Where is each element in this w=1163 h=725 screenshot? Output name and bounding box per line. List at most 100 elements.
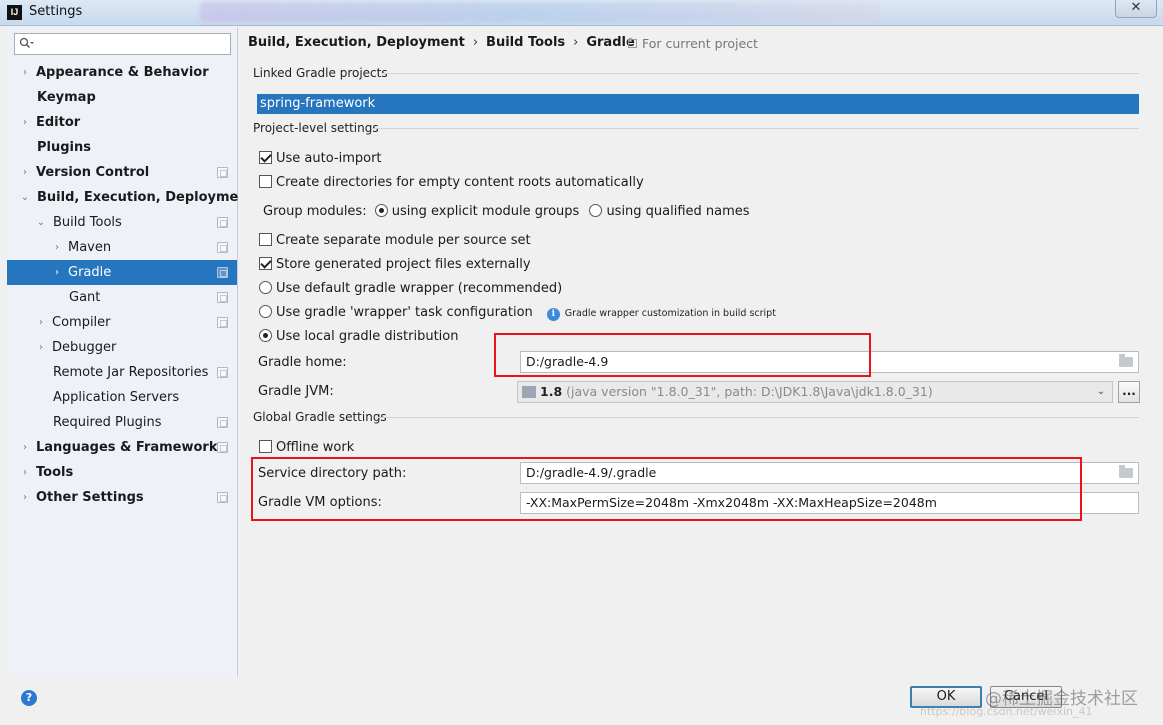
divider xyxy=(372,128,1139,129)
sidebar-item-label: Build Tools xyxy=(53,215,122,230)
sidebar-item-label: Keymap xyxy=(37,90,96,105)
sidebar-item-other-settings[interactable]: › Other Settings xyxy=(7,485,237,510)
sidebar-item-label: Debugger xyxy=(52,340,117,355)
jdk-folder-icon xyxy=(522,386,536,398)
wrapper-task-radio[interactable]: Use gradle 'wrapper' task configuration i… xyxy=(259,305,776,321)
checkbox-unchecked[interactable] xyxy=(259,233,272,246)
checkbox-checked[interactable] xyxy=(259,151,272,164)
checkbox-checked[interactable] xyxy=(259,257,272,270)
auto-import-checkbox[interactable]: Use auto-import xyxy=(259,151,382,166)
jvm-browse-button[interactable]: ... xyxy=(1118,381,1140,403)
chevron-right-icon[interactable]: › xyxy=(19,110,31,135)
settings-sidebar: › Appearance & Behavior Keymap › Editor … xyxy=(7,27,254,677)
radio-unselected[interactable] xyxy=(259,305,272,318)
divider xyxy=(381,73,1139,74)
sidebar-item-label: Version Control xyxy=(36,165,150,180)
sidebar-item-label: Editor xyxy=(36,115,81,130)
gradle-home-label: Gradle home: xyxy=(258,355,347,370)
chevron-down-icon[interactable]: ⌄ xyxy=(19,185,31,210)
sidebar-item-build-execution-deployment[interactable]: ⌄ Build, Execution, Deployment xyxy=(7,185,254,210)
sidebar-item-label: Gant xyxy=(69,290,101,305)
sidebar-item-version-control[interactable]: › Version Control xyxy=(7,160,237,185)
folder-icon[interactable] xyxy=(1119,354,1133,367)
sidebar-item-build-tools[interactable]: ⌄ Build Tools xyxy=(7,210,237,235)
folder-icon[interactable] xyxy=(1119,465,1133,478)
search-icon xyxy=(19,37,35,51)
offline-work-checkbox[interactable]: Offline work xyxy=(259,440,354,455)
highlight-box-global-settings xyxy=(251,457,1082,521)
project-scope-icon xyxy=(217,492,228,503)
radio-label: Use local gradle distribution xyxy=(276,329,459,344)
section-linked-projects: Linked Gradle projects xyxy=(253,66,388,80)
radio-label: using explicit module groups xyxy=(391,204,580,219)
linked-project-item[interactable]: spring-framework xyxy=(257,94,1139,114)
sidebar-item-label: Tools xyxy=(36,465,74,480)
radio-label: using qualified names xyxy=(606,204,750,219)
separate-module-checkbox[interactable]: Create separate module per source set xyxy=(259,233,531,248)
chevron-down-icon[interactable]: ⌄ xyxy=(1090,382,1112,402)
breadcrumb-item[interactable]: Build, Execution, Deployment xyxy=(248,35,465,50)
project-scope-icon xyxy=(217,317,228,328)
radio-unselected[interactable] xyxy=(259,281,272,294)
breadcrumb-item[interactable]: Build Tools xyxy=(486,35,565,50)
chevron-right-icon[interactable]: › xyxy=(51,260,63,285)
create-dirs-checkbox[interactable]: Create directories for empty content roo… xyxy=(259,175,644,190)
divider xyxy=(376,417,1139,418)
checkbox-label: Store generated project files externally xyxy=(276,257,531,272)
checkbox-label: Create separate module per source set xyxy=(276,233,531,248)
sidebar-item-gant[interactable]: Gant xyxy=(7,285,237,310)
radio-selected[interactable] xyxy=(259,329,272,342)
checkbox-unchecked[interactable] xyxy=(259,175,272,188)
sidebar-item-compiler[interactable]: › Compiler xyxy=(7,310,237,335)
sidebar-item-tools[interactable]: › Tools xyxy=(7,460,237,485)
radio-explicit-groups[interactable] xyxy=(374,204,388,217)
sidebar-item-label: Appearance & Behavior xyxy=(36,65,209,80)
sidebar-item-appearance-behavior[interactable]: › Appearance & Behavior xyxy=(7,60,237,85)
highlight-box-gradle-home xyxy=(494,333,871,377)
chevron-right-icon[interactable]: › xyxy=(19,160,31,185)
group-modules-label: Group modules: xyxy=(263,204,367,219)
sidebar-item-label: Maven xyxy=(68,240,112,255)
sidebar-item-editor[interactable]: › Editor xyxy=(7,110,237,135)
chevron-right-icon[interactable]: › xyxy=(19,60,31,85)
chevron-right-icon[interactable]: › xyxy=(35,335,47,360)
sidebar-item-label: Build, Execution, Deployment xyxy=(37,190,254,205)
window-title: Settings xyxy=(29,4,83,19)
sidebar-item-keymap[interactable]: Keymap xyxy=(7,85,237,110)
radio-qualified-names[interactable] xyxy=(589,204,603,217)
chevron-right-icon[interactable]: › xyxy=(51,235,63,260)
sidebar-item-debugger[interactable]: › Debugger xyxy=(7,335,237,360)
breadcrumb-separator: › xyxy=(472,35,479,50)
project-scope-icon xyxy=(217,242,228,253)
sidebar-item-plugins[interactable]: Plugins xyxy=(7,135,237,160)
checkbox-unchecked[interactable] xyxy=(259,440,272,453)
sidebar-item-maven[interactable]: › Maven xyxy=(7,235,237,260)
sidebar-item-label: Other Settings xyxy=(36,490,144,505)
settings-search-input[interactable] xyxy=(14,33,231,55)
sidebar-item-required-plugins[interactable]: Required Plugins xyxy=(7,410,237,435)
sidebar-item-label: Plugins xyxy=(37,140,91,155)
gradle-jvm-select[interactable]: 1.8 (java version "1.8.0_31", path: D:\J… xyxy=(517,381,1113,403)
chevron-right-icon[interactable]: › xyxy=(19,435,31,460)
local-distribution-radio[interactable]: Use local gradle distribution xyxy=(259,329,458,344)
project-scope-icon xyxy=(217,417,228,428)
default-wrapper-radio[interactable]: Use default gradle wrapper (recommended) xyxy=(259,281,562,296)
sidebar-item-gradle[interactable]: › Gradle xyxy=(7,260,237,285)
chevron-down-icon[interactable]: ⌄ xyxy=(35,210,47,235)
sidebar-item-application-servers[interactable]: Application Servers xyxy=(7,385,237,410)
title-bar: IJ Settings ✕ xyxy=(0,0,1163,26)
chevron-right-icon[interactable]: › xyxy=(19,485,31,510)
chevron-right-icon[interactable]: › xyxy=(19,460,31,485)
project-scope-icon xyxy=(217,167,228,178)
checkbox-label: Offline work xyxy=(276,440,355,455)
sidebar-item-remote-jar-repositories[interactable]: Remote Jar Repositories xyxy=(7,360,237,385)
section-project-level: Project-level settings xyxy=(253,121,379,135)
group-modules-row: Group modules: using explicit module gro… xyxy=(263,204,750,219)
sidebar-item-languages-frameworks[interactable]: › Languages & Frameworks xyxy=(7,435,237,460)
project-scope-icon xyxy=(217,217,228,228)
store-externally-checkbox[interactable]: Store generated project files externally xyxy=(259,257,531,272)
chevron-right-icon[interactable]: › xyxy=(35,310,47,335)
help-icon[interactable]: ? xyxy=(21,690,37,706)
breadcrumb-separator: › xyxy=(573,35,579,50)
window-close-button[interactable]: ✕ xyxy=(1115,0,1157,18)
